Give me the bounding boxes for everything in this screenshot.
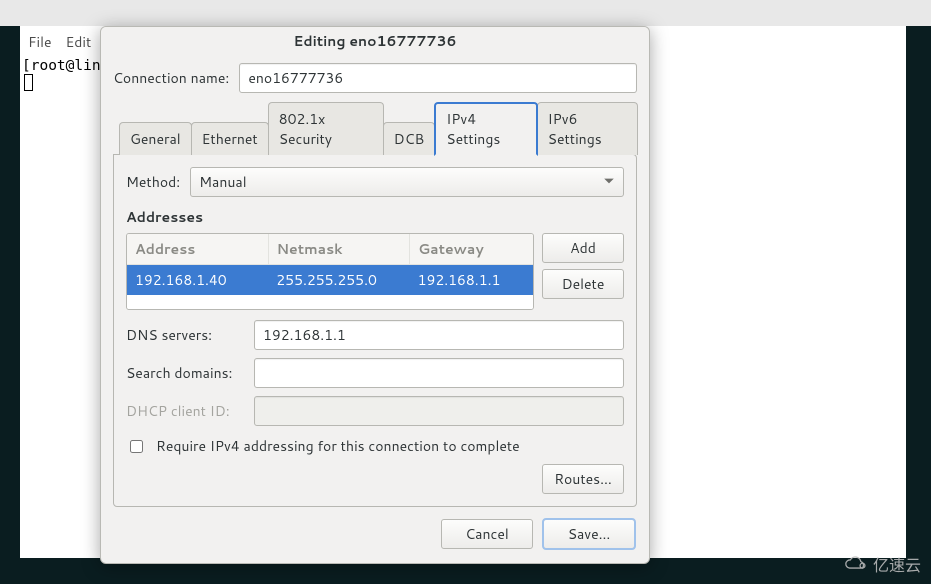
dialog-title: Editing eno16777736 [101, 27, 649, 55]
network-editor-dialog: Editing eno16777736 Connection name: eno… [100, 26, 650, 564]
method-label: Method: [126, 172, 180, 192]
settings-tabs: General Ethernet 802.1x Security DCB IPv… [113, 101, 637, 155]
dns-value: 192.168.1.1 [263, 325, 346, 345]
col-netmask: Netmask [268, 234, 410, 264]
method-combobox[interactable]: Manual [190, 167, 624, 197]
dns-label: DNS servers: [126, 325, 244, 345]
table-row[interactable]: 192.168.1.40 255.255.255.0 192.168.1.1 [127, 265, 533, 295]
col-gateway: Gateway [409, 234, 533, 264]
method-value: Manual [199, 172, 246, 192]
dns-input[interactable]: 192.168.1.1 [254, 320, 624, 350]
addresses-table[interactable]: Address Netmask Gateway 192.168.1.40 255… [126, 233, 534, 310]
watermark: 亿速云 [843, 552, 921, 576]
addresses-header-row: Address Netmask Gateway [127, 234, 533, 265]
require-ipv4-label: Require IPv4 addressing for this connect… [156, 436, 520, 456]
watermark-text: 亿速云 [873, 552, 921, 576]
tab-dcb[interactable]: DCB [383, 122, 436, 155]
tab-ipv6[interactable]: IPv6 Settings [537, 102, 638, 155]
tab-8021x[interactable]: 802.1x Security [268, 102, 384, 155]
require-ipv4-checkbox[interactable] [130, 440, 143, 453]
cloud-icon [843, 555, 869, 573]
ipv4-panel: Method: Manual Addresses Address Netmask… [113, 154, 637, 507]
connection-name-label: Connection name: [113, 68, 229, 88]
gnome-top-strip [0, 0, 931, 26]
dhcp-client-id-label: DHCP client ID: [126, 401, 244, 421]
save-button[interactable]: Save... [543, 519, 635, 549]
tab-ipv4[interactable]: IPv4 Settings [434, 102, 537, 156]
connection-name-input[interactable]: eno16777736 [239, 63, 637, 93]
menu-edit[interactable]: Edit [66, 32, 92, 52]
delete-button[interactable]: Delete [542, 269, 624, 299]
addresses-heading: Addresses [126, 207, 624, 227]
tab-ethernet[interactable]: Ethernet [191, 122, 269, 155]
cell-netmask: 255.255.255.0 [268, 265, 409, 295]
connection-name-value: eno16777736 [248, 68, 343, 88]
dhcp-client-id-input [254, 396, 624, 426]
search-domains-label: Search domains: [126, 363, 244, 383]
menu-file[interactable]: File [28, 32, 52, 52]
col-address: Address [127, 234, 268, 264]
tab-general[interactable]: General [119, 122, 192, 155]
addresses-empty-space [127, 295, 533, 309]
chevron-down-icon [603, 172, 615, 192]
routes-button[interactable]: Routes... [542, 464, 624, 494]
terminal-cursor [24, 74, 33, 91]
cell-address: 192.168.1.40 [127, 265, 268, 295]
add-button[interactable]: Add [542, 233, 624, 263]
cancel-button[interactable]: Cancel [441, 519, 533, 549]
search-domains-input[interactable] [254, 358, 624, 388]
cell-gateway: 192.168.1.1 [410, 265, 533, 295]
